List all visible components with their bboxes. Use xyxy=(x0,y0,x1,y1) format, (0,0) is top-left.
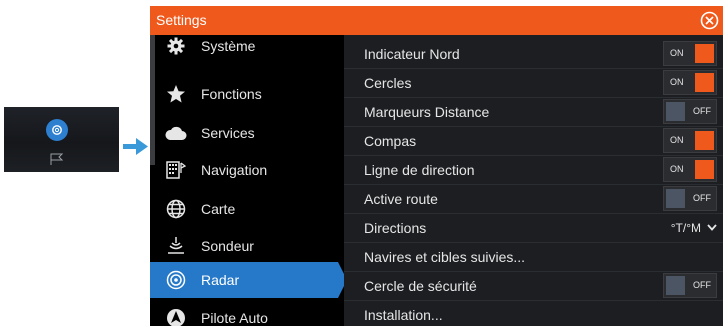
gear-icon xyxy=(46,119,68,141)
cercles-toggle[interactable]: ON xyxy=(663,70,717,95)
navigation-icon xyxy=(165,159,187,181)
star-icon xyxy=(165,83,187,105)
sidebar-item-radar[interactable]: Radar xyxy=(150,262,347,298)
chevron-down-icon xyxy=(707,224,717,231)
sidebar-item-label: Fonctions xyxy=(201,86,262,102)
sidebar-item-navigation[interactable]: Navigation xyxy=(150,152,344,188)
sidebar-item-label: Carte xyxy=(201,201,236,217)
setting-label: Cercles xyxy=(364,74,412,91)
cloud-icon xyxy=(165,122,187,144)
cercle-de-securite-toggle[interactable]: OFF xyxy=(663,273,717,298)
sidebar-item-label: Pilote Auto xyxy=(201,310,268,326)
marqueurs-distance-toggle[interactable]: OFF xyxy=(663,99,717,124)
setting-row-marqueurs-distance[interactable]: Marqueurs Distance OFF xyxy=(344,97,723,127)
sonar-icon xyxy=(165,235,187,257)
close-icon[interactable] xyxy=(700,11,719,30)
setting-label: Indicateur Nord xyxy=(364,45,460,62)
sidebar-item-pilote-auto[interactable]: Pilote Auto xyxy=(150,300,344,326)
sidebar-item-carte[interactable]: Carte xyxy=(150,191,344,227)
setting-row-ligne-de-direction[interactable]: Ligne de direction ON xyxy=(344,155,723,185)
toggle-state: OFF xyxy=(693,280,711,290)
sidebar-item-label: Radar xyxy=(201,272,240,288)
setting-row-directions[interactable]: Directions °T/°M xyxy=(344,213,723,243)
setting-label: Active route xyxy=(364,190,438,207)
arrow-right-icon xyxy=(123,138,148,155)
toggle-state: OFF xyxy=(693,106,711,116)
setting-row-navires-cibles[interactable]: Navires et cibles suivies... xyxy=(344,242,723,272)
setting-label: Marqueurs Distance xyxy=(364,103,490,120)
sidebar-item-systeme[interactable]: Système xyxy=(150,28,344,64)
ligne-de-direction-toggle[interactable]: ON xyxy=(663,157,717,182)
setting-row-compas[interactable]: Compas ON xyxy=(344,126,723,156)
setting-label: Navires et cibles suivies... xyxy=(364,248,526,265)
settings-window: Settings Système Fonctions Services Navi… xyxy=(150,6,723,326)
sidebar-item-label: Navigation xyxy=(201,162,268,178)
window-title: Settings xyxy=(156,12,207,28)
indicateur-nord-toggle[interactable]: ON xyxy=(663,41,717,66)
compas-toggle[interactable]: ON xyxy=(663,128,717,153)
toggle-state: ON xyxy=(670,48,684,58)
radar-icon xyxy=(165,269,187,291)
setting-label: Ligne de direction xyxy=(364,161,475,178)
toggle-state: OFF xyxy=(693,193,711,203)
gear-icon xyxy=(165,35,187,57)
toggle-state: ON xyxy=(670,77,684,87)
sidebar-item-services[interactable]: Services xyxy=(150,115,344,151)
setting-row-active-route[interactable]: Active route OFF xyxy=(344,184,723,214)
sidebar-item-label: Services xyxy=(201,125,255,141)
setting-row-cercles[interactable]: Cercles ON xyxy=(344,68,723,98)
setting-row-installation[interactable]: Installation... xyxy=(344,300,723,326)
select-value: °T/°M xyxy=(670,220,701,235)
sidebar-item-label: Sondeur xyxy=(201,238,254,254)
autopilot-icon xyxy=(165,307,187,326)
toggle-state: ON xyxy=(670,164,684,174)
sidebar-item-sondeur[interactable]: Sondeur xyxy=(150,228,344,264)
directions-select[interactable]: °T/°M xyxy=(671,221,717,235)
setting-row-cercle-de-securite[interactable]: Cercle de sécurité OFF xyxy=(344,271,723,301)
sidebar-item-label: Système xyxy=(201,38,256,54)
setting-label: Installation... xyxy=(364,306,443,323)
setting-label: Compas xyxy=(364,132,417,149)
flag-icon xyxy=(50,153,64,165)
sidebar-item-fonctions[interactable]: Fonctions xyxy=(150,76,344,112)
setting-row-indicateur-nord[interactable]: Indicateur Nord ON xyxy=(344,39,723,69)
radar-settings-panel: Indicateur Nord ON Cercles ON Marqueurs … xyxy=(344,35,723,326)
setting-label: Cercle de sécurité xyxy=(364,277,477,294)
active-route-toggle[interactable]: OFF xyxy=(663,186,717,211)
settings-thumbnail xyxy=(4,107,119,172)
setting-label: Directions xyxy=(364,219,427,236)
globe-icon xyxy=(165,198,187,220)
settings-sidebar: Système Fonctions Services Navigation Ca… xyxy=(150,35,347,326)
toggle-state: ON xyxy=(670,135,684,145)
